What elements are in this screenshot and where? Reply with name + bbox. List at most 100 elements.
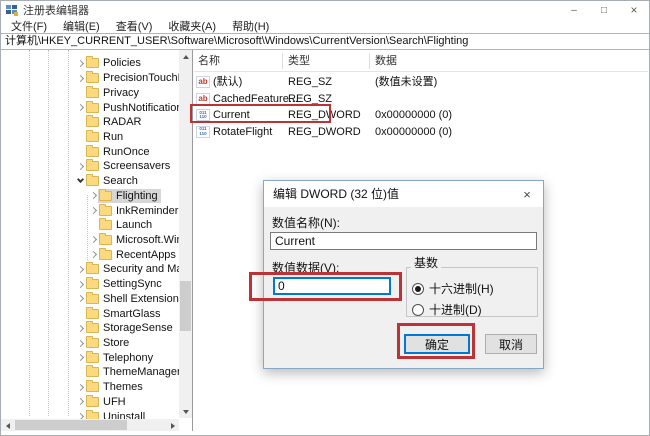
- tree-item-runonce[interactable]: RunOnce: [1, 144, 179, 159]
- minimize-icon[interactable]: –: [559, 1, 589, 19]
- radio-decimal[interactable]: 十进制(D): [412, 301, 482, 318]
- menu-favorites[interactable]: 收藏夹(A): [160, 18, 224, 34]
- value-data: 0x00000000 (0): [375, 124, 452, 141]
- tree-spacer: [75, 117, 85, 127]
- tree-item-search[interactable]: Search: [1, 174, 179, 189]
- maximize-icon[interactable]: □: [589, 1, 619, 19]
- scrollbar-thumb[interactable]: [15, 420, 127, 430]
- column-separator[interactable]: [369, 53, 370, 69]
- tree-item-smartglass[interactable]: SmartGlass: [1, 306, 179, 321]
- tree-item-pushnotifications[interactable]: PushNotifications: [1, 100, 179, 115]
- folder-icon: [99, 220, 112, 230]
- tree-item-radar[interactable]: RADAR: [1, 115, 179, 130]
- tree-item-store[interactable]: Store: [1, 336, 179, 351]
- scroll-up-icon[interactable]: [179, 50, 192, 63]
- folder-icon: [86, 117, 99, 127]
- close-icon[interactable]: ×: [619, 1, 649, 19]
- expand-arrow-icon[interactable]: [75, 161, 85, 171]
- value-row-rotateflight[interactable]: RotateFlightREG_DWORD0x00000000 (0): [194, 124, 648, 141]
- expand-arrow-icon[interactable]: [75, 323, 85, 333]
- menu-help[interactable]: 帮助(H): [224, 18, 277, 34]
- expand-arrow-icon[interactable]: [88, 206, 98, 216]
- expand-arrow-icon[interactable]: [88, 235, 98, 245]
- tree-item-themes[interactable]: Themes: [1, 380, 179, 395]
- expand-arrow-icon[interactable]: [75, 294, 85, 304]
- menu-view[interactable]: 查看(V): [108, 18, 161, 34]
- value-row-cachedfeature-[interactable]: CachedFeature...REG_SZ: [194, 91, 648, 108]
- value-row-current[interactable]: CurrentREG_DWORD0x00000000 (0): [194, 107, 648, 124]
- value-data: 0x00000000 (0): [375, 107, 452, 124]
- folder-icon: [86, 309, 99, 319]
- expand-arrow-icon[interactable]: [75, 338, 85, 348]
- expand-arrow-icon[interactable]: [88, 191, 98, 201]
- collapse-arrow-icon[interactable]: [75, 176, 85, 186]
- expand-arrow-icon[interactable]: [75, 397, 85, 407]
- ok-button[interactable]: 确定: [404, 334, 470, 354]
- radio-selected-icon[interactable]: [412, 283, 424, 295]
- tree-item-microsoft-win[interactable]: Microsoft.Win: [1, 233, 179, 248]
- expand-arrow-icon[interactable]: [75, 103, 85, 113]
- tree-item-storagesense[interactable]: StorageSense: [1, 321, 179, 336]
- title-bar: 注册表编辑器 – □ ×: [1, 1, 649, 19]
- folder-icon: [99, 206, 112, 216]
- tree-item-screensavers[interactable]: Screensavers: [1, 159, 179, 174]
- column-data[interactable]: 数据: [375, 50, 397, 72]
- scroll-left-icon[interactable]: [1, 419, 14, 431]
- value-type: REG_DWORD: [288, 107, 361, 124]
- tree-item-privacy[interactable]: Privacy: [1, 85, 179, 100]
- menu-file[interactable]: 文件(F): [3, 18, 55, 34]
- tree-item-settingsync[interactable]: SettingSync: [1, 277, 179, 292]
- radio-unselected-icon[interactable]: [412, 304, 424, 316]
- tree-spacer: [75, 88, 85, 98]
- expand-arrow-icon[interactable]: [75, 353, 85, 363]
- cancel-button[interactable]: 取消: [485, 334, 537, 354]
- tree-vertical-scrollbar[interactable]: [179, 50, 192, 418]
- column-separator[interactable]: [282, 53, 283, 69]
- tree-item-thememanager[interactable]: ThemeManager: [1, 365, 179, 380]
- registry-tree-panel: PoliciesPrecisionTouchPaPrivacyPushNotif…: [1, 50, 193, 431]
- tree-item-precisiontouchpa[interactable]: PrecisionTouchPa: [1, 71, 179, 86]
- expand-arrow-icon[interactable]: [75, 382, 85, 392]
- tree-item-launch[interactable]: Launch: [1, 218, 179, 233]
- value-name-label: 数值名称(N):: [272, 214, 340, 231]
- tree-item-telephony[interactable]: Telephony: [1, 350, 179, 365]
- expand-arrow-icon[interactable]: [75, 73, 85, 83]
- tree-item-run[interactable]: Run: [1, 130, 179, 145]
- tree-item-label: Store: [103, 337, 129, 349]
- folder-icon: [86, 147, 99, 157]
- menu-edit[interactable]: 编辑(E): [55, 18, 108, 34]
- tree-item-ufh[interactable]: UFH: [1, 395, 179, 410]
- tree-item-label: RADAR: [103, 116, 142, 128]
- column-type[interactable]: 类型: [288, 50, 310, 72]
- column-name[interactable]: 名称: [198, 50, 220, 72]
- scroll-right-icon[interactable]: [166, 419, 179, 431]
- tree-item-label: SmartGlass: [103, 308, 160, 320]
- tree-spacer: [75, 132, 85, 142]
- address-bar[interactable]: 计算机\HKEY_CURRENT_USER\Software\Microsoft…: [1, 33, 649, 50]
- scroll-down-icon[interactable]: [179, 405, 192, 418]
- scrollbar-thumb[interactable]: [180, 281, 191, 331]
- tree-item-flighting[interactable]: Flighting: [1, 188, 179, 203]
- tree-spacer: [75, 147, 85, 157]
- tree-horizontal-scrollbar[interactable]: [1, 419, 179, 431]
- tree-item-inkreminder[interactable]: InkReminder: [1, 203, 179, 218]
- value-row--[interactable]: (默认)REG_SZ(数值未设置): [194, 74, 648, 91]
- value-data-input[interactable]: 0: [273, 277, 391, 295]
- tree-item-security-and-mai[interactable]: Security and Mai: [1, 262, 179, 277]
- value-list: (默认)REG_SZ(数值未设置)CachedFeature...REG_SZC…: [194, 74, 648, 140]
- tree-item-label: UFH: [103, 396, 126, 408]
- value-data: (数值未设置): [375, 74, 437, 91]
- close-icon[interactable]: ×: [511, 181, 543, 207]
- expand-arrow-icon[interactable]: [75, 58, 85, 68]
- radio-hexadecimal[interactable]: 十六进制(H): [412, 280, 494, 297]
- expand-arrow-icon[interactable]: [88, 250, 98, 260]
- string-value-icon: [196, 76, 210, 88]
- tree-item-label: Microsoft.Win: [116, 234, 179, 246]
- tree-item-recentapps[interactable]: RecentApps: [1, 247, 179, 262]
- value-name-field[interactable]: Current: [270, 232, 537, 250]
- tree-item-shell-extensions[interactable]: Shell Extensions: [1, 292, 179, 307]
- tree-item-policies[interactable]: Policies: [1, 56, 179, 71]
- expand-arrow-icon[interactable]: [75, 264, 85, 274]
- folder-icon: [86, 73, 99, 83]
- expand-arrow-icon[interactable]: [75, 279, 85, 289]
